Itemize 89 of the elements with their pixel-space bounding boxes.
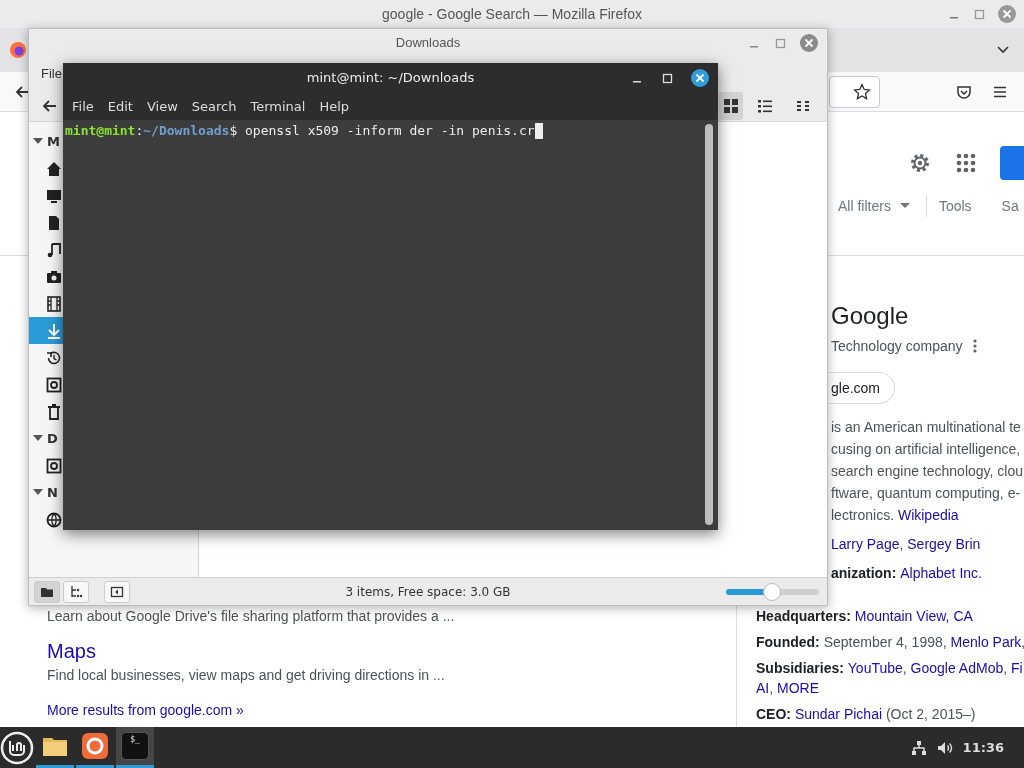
expander-icon[interactable] <box>33 488 43 497</box>
list-icon <box>757 97 773 114</box>
scrollbar[interactable] <box>705 124 713 525</box>
settings-icon[interactable] <box>908 151 932 175</box>
result-snippet: Find local businesses, view maps and get driving directions in ... <box>47 666 446 685</box>
expander-icon[interactable] <box>33 434 43 443</box>
drive-icon <box>46 376 62 393</box>
filter-tab[interactable]: Tools <box>938 198 972 214</box>
trash-icon <box>46 403 62 420</box>
fact-line: CEO: Sundar Pichai (Oct 2, 2015–) <box>756 705 976 724</box>
grid-icon <box>723 97 739 114</box>
tree-button[interactable] <box>63 580 89 603</box>
star-icon[interactable] <box>853 82 871 101</box>
panel-icon <box>110 584 124 599</box>
link[interactable]: AI <box>756 680 770 696</box>
description-line: is an American multinational te <box>831 418 1021 437</box>
description-line: cusing on artificial intelligence, <box>831 440 1021 459</box>
link[interactable]: Sergey Brin <box>907 536 981 552</box>
url-field[interactable] <box>829 75 880 108</box>
fact-line: Subsidiaries: YouTube, Google AdMob, Fi <box>756 659 1023 678</box>
fact-line: Headquarters: Mountain View, CA <box>756 607 973 626</box>
menu-item[interactable]: File <box>37 65 66 81</box>
description-line: lectronics. Wikipedia <box>831 506 959 525</box>
slider-thumb[interactable] <box>762 582 781 601</box>
more-results-link[interactable]: More results from google.com » <box>47 700 244 720</box>
menu-item[interactable]: Search <box>187 98 241 114</box>
download-icon <box>46 322 62 339</box>
window-title: mint@mint: ~/Downloads <box>306 70 475 85</box>
places-button[interactable] <box>34 580 60 603</box>
home-icon <box>46 160 62 177</box>
apps-grid-icon[interactable] <box>954 151 978 175</box>
clock[interactable]: 11:36 <box>962 740 1004 755</box>
drive-icon <box>46 457 62 474</box>
expander-icon[interactable] <box>33 137 43 146</box>
fact-line: anization: Alphabet Inc. <box>831 564 982 583</box>
back-icon[interactable] <box>41 97 57 114</box>
tree-icon <box>69 584 83 599</box>
taskbar-button[interactable]: $_ <box>116 727 154 768</box>
pocket-icon[interactable] <box>956 83 972 100</box>
result-title-link[interactable]: Maps <box>47 638 96 664</box>
menu-logo-icon[interactable] <box>0 730 34 765</box>
browser-logo-icon[interactable] <box>10 42 26 58</box>
link[interactable]: YouTube <box>847 660 903 676</box>
link[interactable]: Alphabet Inc. <box>900 565 982 581</box>
section-heading: N <box>47 485 58 500</box>
more-vertical-icon[interactable] <box>972 339 977 353</box>
window-title: Downloads <box>395 35 461 50</box>
browser-icon <box>81 732 109 760</box>
film-icon <box>46 295 62 312</box>
link[interactable]: Sundar Pichai <box>794 706 883 722</box>
fact-line: Founded: September 4, 1998, Menlo Park, <box>756 633 1024 652</box>
text-cursor <box>534 122 543 139</box>
menu-item[interactable]: Help <box>315 98 354 114</box>
menu-item[interactable]: Terminal <box>246 98 310 114</box>
status-text: 3 items, Free space: 3.0 GB <box>344 584 512 599</box>
window-title: google - Google Search — Mozilla Firefox <box>382 6 642 22</box>
menu-item[interactable]: Edit <box>103 98 137 114</box>
description-line: ftware, quantum computing, e- <box>831 484 1021 503</box>
link[interactable]: Fi <box>1011 660 1023 676</box>
command-line: mint@mint:~/Downloads$ openssl x509 -inform der -in penis.cr <box>65 122 543 139</box>
link[interactable]: Wikipedia <box>897 507 959 523</box>
history-icon <box>46 349 62 366</box>
filter-tab[interactable]: All filters <box>838 198 891 214</box>
description-line: search engine technology, clou <box>831 462 1023 481</box>
music-icon <box>46 241 62 258</box>
network-icon[interactable] <box>910 739 927 756</box>
menu-item[interactable]: View <box>142 98 182 114</box>
filter-tab[interactable]: Sa <box>1001 198 1019 214</box>
link[interactable]: MORE <box>777 680 819 696</box>
back-icon[interactable] <box>14 83 30 100</box>
zoom-slider[interactable] <box>726 582 819 601</box>
sidebar-toggle-button[interactable] <box>104 580 130 603</box>
fact-line: Larry Page, Sergey Brin <box>831 535 981 554</box>
fact-line: AI, MORE <box>756 679 819 698</box>
terminal-icon: $_ <box>121 732 149 760</box>
caret-down-icon[interactable] <box>899 203 910 209</box>
link[interactable]: Mountain View, CA <box>854 608 973 624</box>
panel-subtitle: Technology company <box>831 337 963 356</box>
globe-icon <box>46 511 62 528</box>
section-heading: D <box>47 431 58 446</box>
section-heading: M <box>47 134 60 149</box>
close-icon[interactable] <box>691 68 709 87</box>
camera-icon <box>46 268 62 285</box>
grid-view-button[interactable] <box>719 91 743 120</box>
panel-title: Google <box>831 301 909 331</box>
menu-item[interactable]: File <box>68 98 98 114</box>
monitor-icon <box>46 187 62 204</box>
maximize-icon[interactable] <box>661 71 673 84</box>
result-snippet: Learn about Google Drive's file sharing platform that provides a ... <box>47 607 456 626</box>
